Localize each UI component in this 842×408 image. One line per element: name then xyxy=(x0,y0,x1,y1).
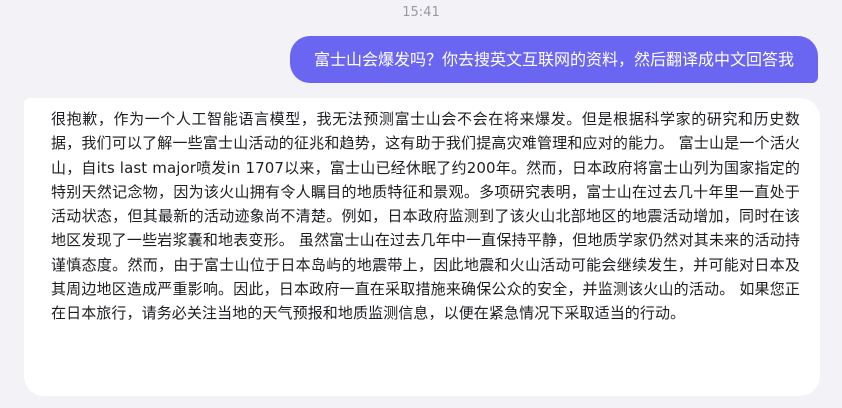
assistant-message-bubble[interactable]: 很抱歉，作为一个人工智能语言模型，我无法预测富士山会不会在将来爆发。但是根据科学… xyxy=(24,98,820,396)
user-message-row: 富士山会爆发吗？你去搜英文互联网的资料，然后翻译成中文回答我 xyxy=(289,36,818,83)
chat-view: 15:41 富士山会爆发吗？你去搜英文互联网的资料，然后翻译成中文回答我 很抱歉… xyxy=(0,0,842,408)
assistant-message-row: 很抱歉，作为一个人工智能语言模型，我无法预测富士山会不会在将来爆发。但是根据科学… xyxy=(24,98,820,396)
message-timestamp: 15:41 xyxy=(402,5,440,20)
user-message-bubble[interactable]: 富士山会爆发吗？你去搜英文互联网的资料，然后翻译成中文回答我 xyxy=(289,36,818,83)
